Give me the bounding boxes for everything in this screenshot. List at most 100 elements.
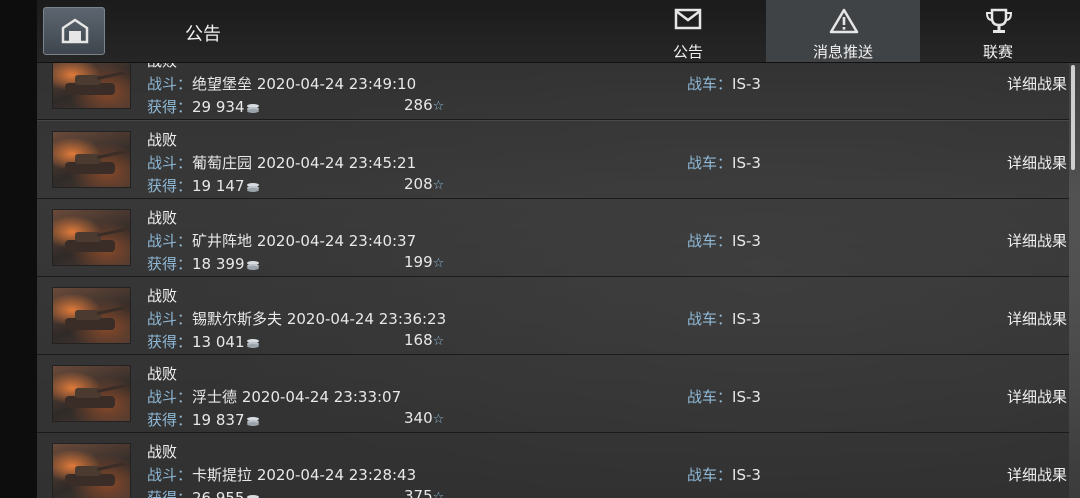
earned-label: 获得： xyxy=(147,255,193,273)
tab-push-messages[interactable]: 消息推送 xyxy=(766,0,920,62)
tank-thumbnail xyxy=(52,443,131,498)
top-bar: 公告 公告 消息推送 联赛 xyxy=(37,0,1080,63)
battle-datetime: 2020-04-24 23:33:07 xyxy=(241,388,402,406)
tank-name: IS-3 xyxy=(732,154,761,172)
garage-icon xyxy=(61,18,89,44)
detailed-results-link[interactable]: 详细战果 xyxy=(1007,386,1067,407)
tank-label: 战车： xyxy=(687,310,733,328)
tank-silhouette-icon xyxy=(65,71,126,95)
earnings-info: 获得：19 147 208☆ xyxy=(147,175,444,196)
tab-announcements[interactable]: 公告 xyxy=(611,0,765,62)
detailed-results-link[interactable]: 详细战果 xyxy=(1007,308,1067,329)
tank-name: IS-3 xyxy=(732,232,761,250)
tank-silhouette-icon xyxy=(65,228,126,252)
tank-thumbnail xyxy=(52,131,131,188)
tank-info: 战车：IS-3 xyxy=(687,386,761,407)
battle-result: 战败 xyxy=(147,209,178,227)
silver-coin-icon xyxy=(246,104,259,113)
tank-info: 战车：IS-3 xyxy=(687,73,761,94)
battle-result: 战败 xyxy=(147,365,178,383)
tank-label: 战车： xyxy=(687,232,733,250)
star-icon: ☆ xyxy=(432,412,445,427)
earnings-info: 获得：18 399 199☆ xyxy=(147,253,444,274)
map-name: 绝望堡垒 xyxy=(192,75,253,93)
tank-silhouette-icon xyxy=(65,306,126,330)
xp-value: 340 xyxy=(404,409,433,427)
earnings-info: 获得：26 955 375☆ xyxy=(147,487,444,498)
tank-label: 战车： xyxy=(687,75,733,93)
detailed-results-link[interactable]: 详细战果 xyxy=(1007,152,1067,173)
star-icon: ☆ xyxy=(432,334,445,349)
page-title: 公告 xyxy=(185,24,221,45)
star-icon: ☆ xyxy=(432,99,445,114)
tank-label: 战车： xyxy=(687,154,733,172)
earnings-info: 获得：13 041 168☆ xyxy=(147,331,444,352)
tank-info: 战车：IS-3 xyxy=(687,230,761,251)
battle-row[interactable]: 战败 战斗：矿井阵地 2020-04-24 23:40:37 获得：18 399… xyxy=(37,199,1069,277)
star-icon: ☆ xyxy=(432,256,445,271)
battle-datetime: 2020-04-24 23:49:10 xyxy=(256,75,417,93)
battle-label: 战斗： xyxy=(147,388,193,406)
battle-row[interactable]: 战败 战斗：葡萄庄园 2020-04-24 23:45:21 获得：19 147… xyxy=(37,121,1069,199)
map-name: 葡萄庄园 xyxy=(192,154,253,172)
xp-value: 208 xyxy=(404,175,433,193)
garage-home-button[interactable] xyxy=(43,7,105,55)
battle-info: 战斗：葡萄庄园 2020-04-24 23:45:21 xyxy=(147,152,416,173)
battle-row[interactable]: 战败 战斗：绝望堡垒 2020-04-24 23:49:10 获得：29 934… xyxy=(37,62,1069,120)
earned-label: 获得： xyxy=(147,98,193,116)
battle-label: 战斗： xyxy=(147,310,193,328)
tank-label: 战车： xyxy=(687,388,733,406)
earned-label: 获得： xyxy=(147,489,193,498)
tank-info: 战车：IS-3 xyxy=(687,308,761,329)
tank-thumbnail xyxy=(52,62,131,109)
map-name: 锡默尔斯多夫 xyxy=(192,310,283,328)
map-name: 浮士德 xyxy=(192,388,238,406)
battle-label: 战斗： xyxy=(147,75,193,93)
tab-push-messages-label: 消息推送 xyxy=(812,43,873,61)
tank-name: IS-3 xyxy=(732,310,761,328)
credits-value: 19 147 xyxy=(192,177,245,195)
battle-label: 战斗： xyxy=(147,466,193,484)
battle-result: 战败 xyxy=(147,443,178,461)
scrollbar-thumb[interactable] xyxy=(1071,65,1075,170)
battle-result: 战败 xyxy=(147,287,178,305)
battle-info: 战斗：绝望堡垒 2020-04-24 23:49:10 xyxy=(147,73,416,94)
silver-coin-icon xyxy=(246,261,259,270)
xp-value: 286 xyxy=(404,96,433,114)
battle-info: 战斗：矿井阵地 2020-04-24 23:40:37 xyxy=(147,230,416,251)
battle-row[interactable]: 战败 战斗：卡斯提拉 2020-04-24 23:28:43 获得：26 955… xyxy=(37,433,1069,498)
tab-league[interactable]: 联赛 xyxy=(921,0,1075,62)
tank-thumbnail xyxy=(52,209,131,266)
battle-report-list[interactable]: 战败 战斗：绝望堡垒 2020-04-24 23:49:10 获得：29 934… xyxy=(37,62,1080,498)
tank-silhouette-icon xyxy=(65,384,126,408)
credits-value: 18 399 xyxy=(192,255,245,273)
trophy-icon xyxy=(985,8,1013,33)
earnings-info: 获得：19 837 340☆ xyxy=(147,409,444,430)
silver-coin-icon xyxy=(246,183,259,192)
detailed-results-link[interactable]: 详细战果 xyxy=(1007,73,1067,94)
earned-label: 获得： xyxy=(147,177,193,195)
battle-info: 战斗：锡默尔斯多夫 2020-04-24 23:36:23 xyxy=(147,308,446,329)
map-name: 卡斯提拉 xyxy=(192,466,253,484)
battle-result: 战败 xyxy=(147,62,177,71)
xp-value: 199 xyxy=(404,253,433,271)
detailed-results-link[interactable]: 详细战果 xyxy=(1007,230,1067,251)
earnings-info: 获得：29 934 286☆ xyxy=(147,96,444,117)
battle-row[interactable]: 战败 战斗：锡默尔斯多夫 2020-04-24 23:36:23 获得：13 0… xyxy=(37,277,1069,355)
star-icon: ☆ xyxy=(432,490,445,498)
silver-coin-icon xyxy=(246,417,259,426)
star-icon: ☆ xyxy=(432,178,445,193)
battle-label: 战斗： xyxy=(147,154,193,172)
silver-coin-icon xyxy=(246,339,259,348)
tank-silhouette-icon xyxy=(65,462,126,486)
tank-label: 战车： xyxy=(687,466,733,484)
detailed-results-link[interactable]: 详细战果 xyxy=(1007,464,1067,485)
silver-coin-icon xyxy=(246,495,259,498)
battle-result: 战败 xyxy=(147,131,178,149)
earned-label: 获得： xyxy=(147,411,193,429)
battle-row[interactable]: 战败 战斗：浮士德 2020-04-24 23:33:07 获得：19 837 … xyxy=(37,355,1069,433)
tank-thumbnail xyxy=(52,365,131,422)
battle-info: 战斗：浮士德 2020-04-24 23:33:07 xyxy=(147,386,401,407)
tank-name: IS-3 xyxy=(732,466,761,484)
tab-league-label: 联赛 xyxy=(982,43,1013,61)
